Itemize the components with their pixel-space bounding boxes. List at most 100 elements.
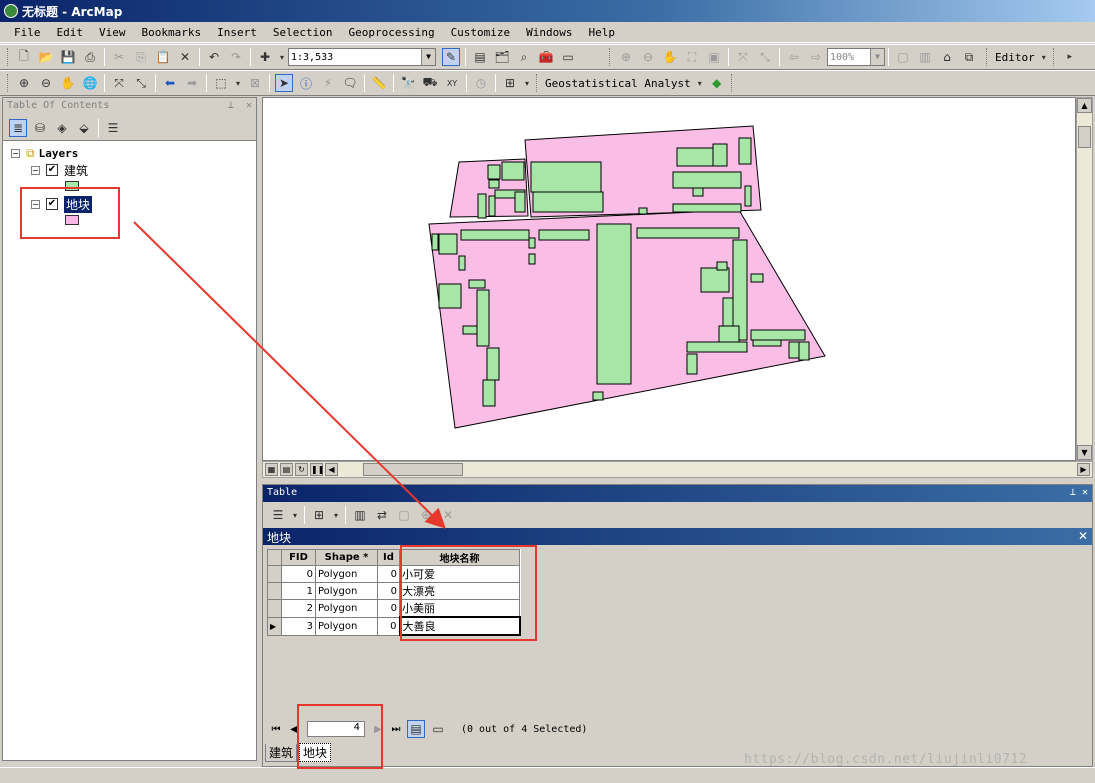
geostatistical-analyst-menu[interactable]: Geostatistical Analyst: [542, 77, 694, 90]
row-selector[interactable]: [267, 599, 282, 618]
menu-file[interactable]: File: [6, 26, 49, 39]
toolbar-grip[interactable]: [7, 74, 10, 92]
forward-extent-icon[interactable]: ⇨: [807, 48, 825, 66]
clear-selection-icon[interactable]: ⊠: [246, 74, 264, 92]
pin-icon[interactable]: ⊥: [228, 100, 234, 111]
data-view-icon[interactable]: ▦: [265, 463, 278, 476]
menu-insert[interactable]: Insert: [209, 26, 265, 39]
toolbar-overflow-icon[interactable]: ▸: [1061, 48, 1079, 66]
layout-view-icon[interactable]: ▤: [280, 463, 293, 476]
find-icon[interactable]: 🔭: [399, 74, 417, 92]
map-view[interactable]: [262, 97, 1076, 461]
toggle-draft-mode-icon[interactable]: ▢: [894, 48, 912, 66]
list-by-selection-icon[interactable]: ⬙: [75, 119, 93, 137]
chevron-down-icon[interactable]: ▼: [421, 49, 435, 65]
cell-fid[interactable]: 3: [281, 616, 316, 636]
cell-id[interactable]: 0: [377, 582, 400, 600]
geostatistical-wizard-icon[interactable]: ◆: [708, 74, 726, 92]
tab-buildings[interactable]: 建筑: [265, 744, 298, 762]
editor-menu-label[interactable]: Editor: [992, 51, 1038, 64]
search-window-icon[interactable]: ⌕: [515, 48, 533, 66]
save-icon[interactable]: 💾: [59, 48, 77, 66]
show-selected-records-icon[interactable]: ▭: [429, 720, 447, 738]
scroll-left-icon[interactable]: ◀: [325, 463, 338, 476]
cell-fid[interactable]: 0: [281, 565, 316, 583]
editor-toolbar-icon[interactable]: ✎: [442, 48, 460, 66]
cell-id[interactable]: 0: [377, 616, 400, 636]
row-selector[interactable]: [267, 582, 282, 600]
identify-icon[interactable]: ⓘ: [297, 74, 315, 92]
scroll-thumb[interactable]: [1078, 126, 1091, 148]
pan-icon[interactable]: ✋: [59, 74, 77, 92]
fixed-zoom-out-icon[interactable]: ⊖: [639, 48, 657, 66]
undo-icon[interactable]: ↶: [205, 48, 223, 66]
print-icon[interactable]: ⎙: [81, 48, 99, 66]
row-selector[interactable]: [267, 565, 282, 583]
open-folder-icon[interactable]: 📂: [37, 48, 55, 66]
menu-windows[interactable]: Windows: [518, 26, 580, 39]
redo-icon[interactable]: ↷: [227, 48, 245, 66]
viewer-dropdown-icon[interactable]: ▾: [523, 74, 531, 92]
fixed-zoom-in-layout-icon[interactable]: ⤧: [734, 48, 752, 66]
map-horizontal-scrollbar[interactable]: ▦ ▤ ↻ ❚❚ ◀ ▶: [262, 461, 1093, 478]
cell-id[interactable]: 0: [377, 565, 400, 583]
time-slider-icon[interactable]: ◷: [472, 74, 490, 92]
first-record-icon[interactable]: ⏮: [267, 724, 285, 735]
close-icon[interactable]: ✕: [246, 100, 252, 111]
change-layout-icon[interactable]: ⌂: [938, 48, 956, 66]
layer-label-buildings[interactable]: 建筑: [64, 162, 88, 179]
fixed-zoom-in-icon[interactable]: ⊕: [617, 48, 635, 66]
layers-root[interactable]: − ⧉ Layers: [11, 145, 78, 161]
list-by-source-icon[interactable]: ⛁: [31, 119, 49, 137]
layer-visibility-checkbox[interactable]: ✔: [46, 164, 58, 176]
arctoolbox-icon[interactable]: 🧰: [537, 48, 555, 66]
list-by-drawing-order-icon[interactable]: ≣: [9, 118, 27, 137]
cell-shape[interactable]: Polygon: [315, 582, 378, 600]
measure-icon[interactable]: 📏: [370, 74, 388, 92]
hyperlink-icon[interactable]: ⚡: [319, 74, 337, 92]
cell-shape[interactable]: Polygon: [315, 599, 378, 618]
paste-icon[interactable]: 📋: [154, 48, 172, 66]
html-popup-icon[interactable]: 🗨: [341, 74, 359, 92]
chevron-down-icon[interactable]: ▼: [870, 49, 884, 65]
scroll-right-icon[interactable]: ▶: [1077, 463, 1090, 476]
layer-row-buildings[interactable]: − ✔ 建筑: [31, 162, 88, 178]
zoom-whole-page-icon[interactable]: ⛶: [683, 48, 701, 66]
table-icon[interactable]: ▤: [471, 48, 489, 66]
scroll-up-icon[interactable]: ▲: [1077, 98, 1092, 113]
full-extent-icon[interactable]: 🌐: [81, 74, 99, 92]
clear-selection-icon[interactable]: ▢: [395, 506, 413, 524]
column-header-shape[interactable]: Shape *: [315, 549, 378, 566]
fixed-zoom-in-map-icon[interactable]: ⤧: [110, 74, 128, 92]
python-icon[interactable]: ▭: [559, 48, 577, 66]
add-data-icon[interactable]: ✚: [256, 48, 274, 66]
menu-geoprocessing[interactable]: Geoprocessing: [340, 26, 442, 39]
switch-selection-icon[interactable]: ⇄: [373, 506, 391, 524]
catalog-icon[interactable]: 🗂: [493, 48, 511, 66]
cell-fid[interactable]: 1: [281, 582, 316, 600]
cut-icon[interactable]: ✂: [110, 48, 128, 66]
pin-icon[interactable]: ⊥: [1070, 487, 1076, 498]
data-driven-pages-icon[interactable]: ⧉: [960, 48, 978, 66]
select-features-icon[interactable]: ⬚: [212, 74, 230, 92]
go-to-xy-icon[interactable]: XY: [443, 74, 461, 92]
map-canvas[interactable]: [263, 98, 1076, 461]
focus-data-frame-icon[interactable]: ▥: [916, 48, 934, 66]
column-header-fid[interactable]: FID: [281, 549, 316, 566]
collapse-icon[interactable]: −: [31, 165, 40, 175]
go-forward-icon[interactable]: ➡: [183, 74, 201, 92]
cell-id[interactable]: 0: [377, 599, 400, 618]
scroll-down-icon[interactable]: ▼: [1077, 445, 1092, 460]
pause-drawing-icon[interactable]: ❚❚: [310, 463, 324, 476]
layout-pan-icon[interactable]: ✋: [661, 48, 679, 66]
refresh-icon[interactable]: ↻: [295, 463, 308, 476]
collapse-icon[interactable]: −: [11, 148, 20, 158]
back-extent-icon[interactable]: ⇦: [785, 48, 803, 66]
toc-options-icon[interactable]: ☰: [104, 119, 122, 137]
delete-icon[interactable]: ✕: [176, 48, 194, 66]
scale-combo[interactable]: 1:3,533 ▼: [288, 48, 436, 66]
cell-shape[interactable]: Polygon: [315, 565, 378, 583]
copy-icon[interactable]: ⎘: [132, 48, 150, 66]
table-options-dropdown-icon[interactable]: ▾: [291, 506, 299, 524]
zoom-in-icon[interactable]: ⊕: [15, 74, 33, 92]
